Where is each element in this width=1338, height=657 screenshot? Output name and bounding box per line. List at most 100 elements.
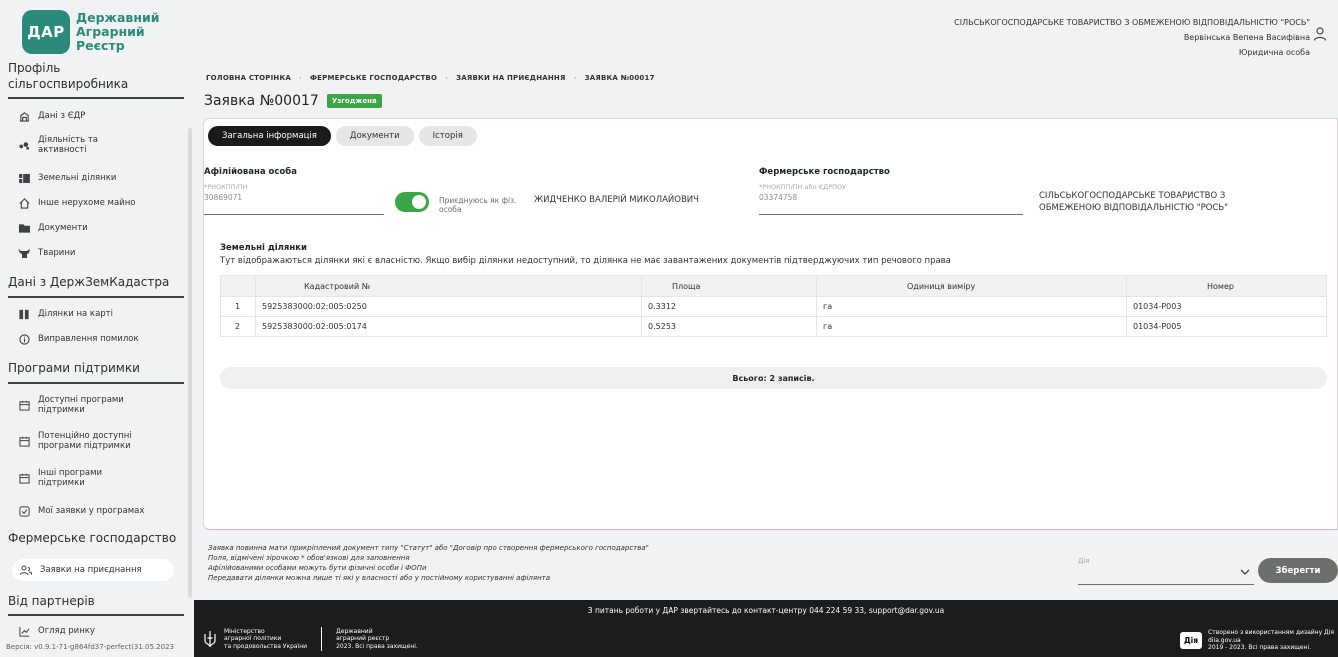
sidebar-item-corrections[interactable]: Виправлення помилок <box>18 333 178 345</box>
column-header-number[interactable]: Номер <box>1126 276 1326 296</box>
sidebar-item-documents[interactable]: Документи <box>18 222 178 234</box>
table-total: Всього: 2 записів. <box>220 367 1327 389</box>
diia-line-1: Створено з використанням дизайну Дія <box>1208 629 1334 636</box>
cell-unit: га <box>816 297 1126 316</box>
action-select[interactable]: Дія <box>1078 552 1254 585</box>
sidebar-item-map[interactable]: Ділянки на карті <box>18 308 178 320</box>
join-as-individual-toggle[interactable] <box>395 192 429 212</box>
activity-icon <box>18 139 30 151</box>
breadcrumb-farm[interactable]: ФЕРМЕРСЬКЕ ГОСПОДАРСТВО <box>310 74 437 82</box>
sidebar-item-label: Потенційно доступні програми підтримки <box>38 431 132 451</box>
cell-cadastral: 5925383000:02:005:0250 <box>255 297 641 316</box>
cell-number: 01034-P003 <box>1126 297 1326 316</box>
breadcrumb-current: ЗАЯВКА №00017 <box>584 74 655 82</box>
request-card: Загальна інформація Документи Історія Аф… <box>203 118 1338 530</box>
sidebar-divider <box>8 296 184 298</box>
building-icon <box>18 110 30 122</box>
column-header-cadastral[interactable]: Кадастровий № <box>255 276 641 296</box>
sidebar-divider <box>8 382 184 384</box>
plots-table: Кадастровий № Площа Одиниця виміру Номер… <box>220 275 1327 337</box>
table-row[interactable]: 1 5925383000:02:005:0250 0.3312 га 01034… <box>221 296 1326 316</box>
dar-logo[interactable]: ДАР Державний Аграрний Реєстр <box>22 8 160 56</box>
footer-left: Міністерство аграрної політики та продов… <box>204 627 418 651</box>
tab-documents[interactable]: Документи <box>335 126 414 146</box>
sidebar-item-other-programs[interactable]: Інші програми підтримки <box>18 468 178 488</box>
users-icon <box>20 564 32 576</box>
ministry-block[interactable]: Міністерство аграрної політики та продов… <box>204 628 307 651</box>
section-title-farm: Фермерське господарство <box>8 531 177 545</box>
sidebar-item-edr[interactable]: Дані з ЄДР <box>18 110 178 122</box>
chevron-down-icon <box>1240 569 1250 575</box>
app-version: Версія: v0.9.1-71-g864fd37-perfect(31.05… <box>6 643 174 651</box>
footer-right: Дія Створено з використанням дизайну Дія… <box>1179 629 1334 652</box>
field-placeholder: *РНОКПП/ПН <box>204 183 248 191</box>
ministry-line-2: аграрної політики <box>224 635 282 643</box>
sidebar-item-available-programs[interactable]: Доступні програми підтримки <box>18 395 178 415</box>
diia-link[interactable]: diia.gov.ua <box>1208 637 1334 645</box>
sidebar-item-label: Документи <box>38 223 88 233</box>
sidebar-divider <box>8 614 184 616</box>
cell-number: 01034-P005 <box>1126 317 1326 336</box>
diia-text: Створено з використанням дизайну Дія dii… <box>1208 629 1334 652</box>
trident-icon <box>204 631 216 648</box>
cell-cadastral: 5925383000:02:005:0174 <box>255 317 641 336</box>
chevron-right-icon: › <box>573 74 577 82</box>
table-header-row: Кадастровий № Площа Одиниця виміру Номер <box>221 276 1326 296</box>
sidebar-item-property[interactable]: Інше нерухоме майно <box>18 197 178 209</box>
sidebar-item-animals[interactable]: Тварини <box>18 247 178 259</box>
column-header-area[interactable]: Площа <box>641 276 816 296</box>
animal-icon <box>18 247 30 259</box>
chart-icon <box>18 625 30 637</box>
breadcrumb-requests[interactable]: ЗАЯВКИ НА ПРИЄДНАННЯ <box>456 74 565 82</box>
note-line: Афілійованими особами можуть бути фізичн… <box>208 564 427 572</box>
farm-name: СІЛЬСЬКОГОСПОДАРСЬКЕ ТОВАРИСТВО З ОБМЕЖЕ… <box>1039 190 1228 214</box>
column-header-unit[interactable]: Одиниця виміру <box>816 276 1126 296</box>
tab-bar: Загальна інформація Документи Історія <box>208 126 477 146</box>
farm-heading: Фермерське господарство <box>759 167 890 177</box>
sidebar-item-label: Діяльність та активності <box>38 135 98 155</box>
sidebar-item-potential-programs[interactable]: Потенційно доступні програми підтримки <box>18 431 178 451</box>
header-account[interactable]: СІЛЬСЬКОГОСПОДАРСЬКЕ ТОВАРИСТВО З ОБМЕЖЕ… <box>954 15 1310 60</box>
form-notes: Заявка повинна мати прикріплений докумен… <box>208 543 649 583</box>
note-line: Поля, відмічені зірочкою * обов'язкові д… <box>208 554 410 562</box>
sidebar-item-my-applications[interactable]: Мої заявки у програмах <box>18 505 178 517</box>
affiliate-rnokpp-field[interactable]: *РНОКПП/ПН 30869071 <box>204 183 384 215</box>
page-title: Заявка №00017 Узгоджена <box>204 93 382 109</box>
sidebar-scrollbar[interactable] <box>188 128 192 598</box>
section-title-support: Програми підтримки <box>8 361 140 375</box>
sidebar-item-market[interactable]: Огляд ринку <box>18 625 178 637</box>
sidebar-item-join-requests[interactable]: Заявки на приєднання <box>12 559 174 581</box>
cell-index: 2 <box>235 322 241 331</box>
sidebar-divider <box>8 97 184 99</box>
tab-general-info[interactable]: Загальна інформація <box>208 126 331 146</box>
user-icon[interactable] <box>1314 27 1326 41</box>
tab-history[interactable]: Історія <box>418 126 477 146</box>
calendar-icon <box>18 472 30 484</box>
farm-name-line-2: ОБМЕЖЕНОЮ ВІДПОВІДАЛЬНІСТЮ "РОСЬ" <box>1039 203 1229 213</box>
farm-name-line-1: СІЛЬСЬКОГОСПОДАРСЬКЕ ТОВАРИСТВО З <box>1039 191 1226 201</box>
save-button[interactable]: Зберегти <box>1258 558 1338 583</box>
ministry-line-1: Міністерство <box>224 627 265 635</box>
sidebar-item-label: Земельні ділянки <box>38 173 117 183</box>
table-row[interactable]: 2 5925383000:02:005:0174 0.5253 га 01034… <box>221 316 1326 336</box>
checkbox-icon <box>18 505 30 517</box>
ministry-line-3: та продовольства України <box>224 642 308 650</box>
sidebar-item-activity[interactable]: Діяльність та активності <box>18 135 178 155</box>
map-icon <box>18 308 30 320</box>
field-placeholder: *РНОКПП/ПН або ЄДРПОУ <box>759 183 847 191</box>
farm-code-field[interactable]: *РНОКПП/ПН або ЄДРПОУ 03374758 <box>759 183 1023 215</box>
breadcrumb-home[interactable]: ГОЛОВНА СТОРІНКА <box>206 74 291 82</box>
info-icon <box>18 333 30 345</box>
sidebar-item-label: Мої заявки у програмах <box>38 506 145 516</box>
sidebar-item-land[interactable]: Земельні ділянки <box>18 172 178 184</box>
field-value: 30869071 <box>204 193 243 202</box>
folder-icon <box>18 222 30 234</box>
diia-logo[interactable]: Дія <box>1179 631 1203 649</box>
logo-line-3: Реєстр <box>76 38 125 53</box>
user-name: Вервінська Вепена Васифівна <box>1183 33 1310 42</box>
ministry-text: Міністерство аграрної політики та продов… <box>224 628 307 651</box>
diia-line-3: 2019 - 2023. Всі права захищені. <box>1208 644 1312 651</box>
calendar-icon <box>18 435 30 447</box>
user-role: Юридична особа <box>1238 48 1310 57</box>
footer-divider <box>321 627 323 651</box>
